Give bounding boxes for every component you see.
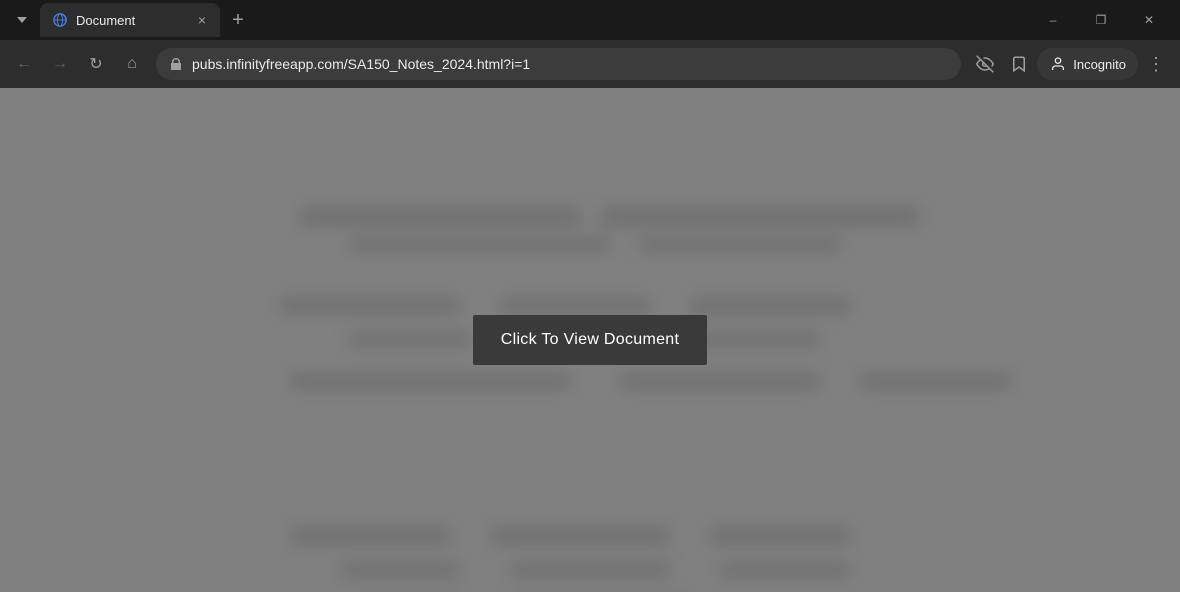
address-text: pubs.infinityfreeapp.com/SA150_Notes_202…: [192, 56, 949, 72]
blur-block-19: [720, 563, 850, 577]
menu-button[interactable]: ⋮: [1140, 48, 1172, 80]
new-tab-button[interactable]: +: [224, 6, 252, 34]
blur-block-10: [690, 333, 820, 347]
tab-favicon-icon: [52, 12, 68, 28]
forward-button[interactable]: →: [44, 48, 76, 80]
home-button[interactable]: ⌂: [116, 48, 148, 80]
blur-block-2: [600, 208, 920, 226]
blur-block-13: [860, 373, 1010, 389]
blur-block-3: [350, 238, 610, 252]
tab-history-dropdown[interactable]: [8, 6, 36, 34]
blur-block-7: [690, 298, 850, 314]
bookmark-button[interactable]: [1003, 48, 1035, 80]
browser-window: Document × + – ❐ ✕ ← → ↻ ⌂ pubs.infinity…: [0, 0, 1180, 592]
tab-bar: Document × + – ❐ ✕: [0, 0, 1180, 40]
blur-block-15: [490, 528, 670, 544]
blur-block-18: [510, 563, 670, 577]
blur-block-4: [640, 238, 840, 252]
blur-block-5: [280, 298, 460, 314]
blur-block-12: [620, 373, 820, 389]
blur-block-11: [290, 373, 570, 389]
incognito-icon: [1049, 55, 1067, 73]
eye-off-button[interactable]: [969, 48, 1001, 80]
toolbar: ← → ↻ ⌂ pubs.infinityfreeapp.com/SA150_N…: [0, 40, 1180, 88]
blur-block-1: [300, 208, 580, 226]
address-bar[interactable]: pubs.infinityfreeapp.com/SA150_Notes_202…: [156, 48, 961, 80]
reload-button[interactable]: ↻: [80, 48, 112, 80]
close-button[interactable]: ✕: [1126, 4, 1172, 36]
security-icon: [168, 56, 184, 72]
window-controls: – ❐ ✕: [1030, 0, 1180, 40]
blur-block-6: [500, 298, 650, 314]
toolbar-actions: Incognito ⋮: [969, 48, 1172, 80]
active-tab[interactable]: Document ×: [40, 3, 220, 37]
minimize-button[interactable]: –: [1030, 4, 1076, 36]
blur-block-8: [350, 333, 470, 347]
tab-close-button[interactable]: ×: [192, 10, 212, 30]
blur-block-17: [340, 563, 460, 577]
tab-bar-left: Document × +: [8, 0, 252, 40]
blur-block-14: [290, 528, 450, 544]
blur-block-16: [710, 528, 850, 544]
maximize-button[interactable]: ❐: [1078, 4, 1124, 36]
back-button[interactable]: ←: [8, 48, 40, 80]
incognito-button[interactable]: Incognito: [1037, 48, 1138, 80]
view-document-button[interactable]: Click To View Document: [473, 315, 708, 365]
incognito-label: Incognito: [1073, 57, 1126, 72]
tab-title: Document: [76, 13, 184, 28]
page-content: Click To View Document: [0, 88, 1180, 592]
